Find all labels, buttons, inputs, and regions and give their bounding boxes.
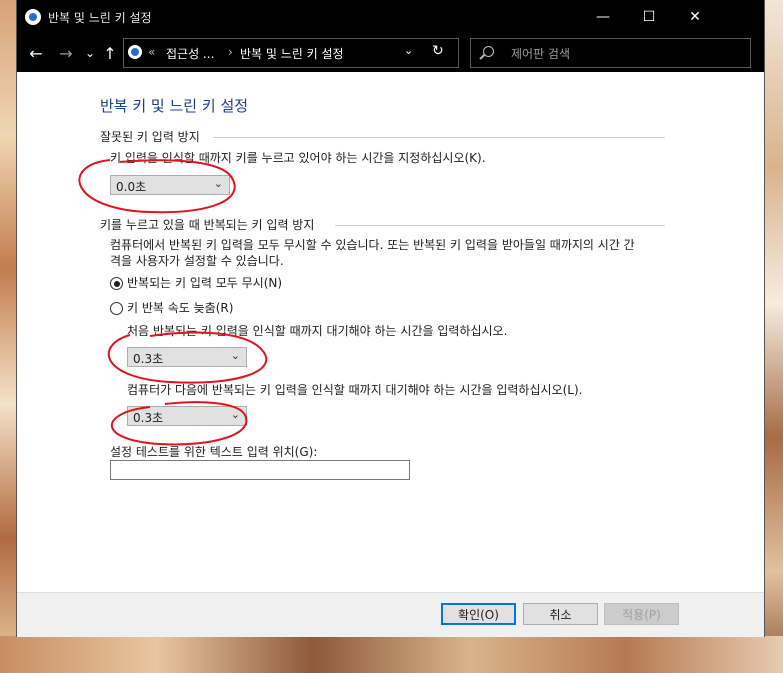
repeat-rate-select[interactable]: 0.3초 ⌄ — [127, 406, 247, 426]
chevron-down-icon: ⌄ — [230, 408, 240, 421]
acceptance-delay-value: 0.0초 — [116, 180, 147, 194]
first-repeat-delay-value: 0.3초 — [133, 352, 164, 366]
desktop-background-right — [764, 0, 783, 673]
breadcrumb-chevron-icon: › — [228, 45, 233, 59]
ignore-repeats-radio[interactable] — [110, 277, 123, 290]
ok-button[interactable]: 확인(O) — [441, 603, 516, 625]
window-title: 반복 및 느린 키 설정 — [48, 11, 152, 25]
acceptance-delay-select[interactable]: 0.0초 ⌄ — [110, 175, 230, 195]
slow-repeat-radio[interactable] — [110, 302, 123, 315]
test-input-label: 설정 테스트를 위한 텍스트 입력 위치(G): — [110, 445, 318, 459]
navigation-bar: ← → ⌄ ↑ « 접근성 ... › 반복 및 느린 키 설정 ⌄ ↻ 제어판… — [17, 34, 764, 72]
search-icon — [483, 46, 494, 57]
chevron-down-icon: ⌄ — [230, 349, 240, 362]
settings-window: 반복 및 느린 키 설정 — ☐ ✕ ← → ⌄ ↑ « 접근성 ... › 반… — [17, 0, 764, 637]
control-panel-icon — [25, 9, 41, 25]
search-placeholder: 제어판 검색 — [511, 47, 571, 61]
desktop-background-left — [0, 0, 17, 673]
maximize-button[interactable]: ☐ — [626, 0, 672, 34]
ignore-repeats-label[interactable]: 반복되는 키 입력 모두 무시(N) — [127, 275, 282, 291]
repeat-keys-description-line1: 컴퓨터에서 반복된 키 입력을 모두 무시할 수 있습니다. 또는 반복된 키 … — [110, 238, 635, 252]
minimize-button[interactable]: — — [580, 0, 626, 34]
close-button[interactable]: ✕ — [672, 0, 718, 34]
title-bar[interactable]: 반복 및 느린 키 설정 — ☐ ✕ — [17, 0, 764, 34]
breadcrumb-overflow-icon[interactable]: « — [148, 45, 155, 59]
test-text-input[interactable] — [110, 460, 410, 480]
first-delay-description: 처음 반복되는 키 입력을 인식할 때까지 대기해야 하는 시간을 입력하십시오… — [127, 324, 508, 338]
section-divider — [335, 225, 665, 226]
control-panel-icon — [128, 45, 142, 59]
desktop-background-bottom — [0, 636, 783, 673]
section-divider — [213, 137, 665, 138]
back-button[interactable]: ← — [25, 42, 47, 64]
apply-button[interactable]: 적용(P) — [604, 603, 679, 625]
address-dropdown-icon[interactable]: ⌄ — [404, 44, 413, 57]
slow-keys-description: 키 입력을 인식할 때까지 키를 누르고 있어야 하는 시간을 지정하십시오(K… — [110, 151, 486, 165]
repeat-keys-description-line2: 격을 사용자가 설정할 수 있습니다. — [110, 254, 284, 268]
up-button[interactable]: ↑ — [99, 42, 121, 64]
chevron-down-icon: ⌄ — [213, 177, 223, 190]
breadcrumb-accessibility[interactable]: 접근성 ... — [166, 45, 214, 62]
page-title: 반복 키 및 느린 키 설정 — [100, 97, 249, 115]
forward-button[interactable]: → — [55, 42, 77, 64]
refresh-icon[interactable]: ↻ — [432, 43, 444, 59]
breadcrumb-current[interactable]: 반복 및 느린 키 설정 — [240, 45, 344, 62]
repeat-rate-value: 0.3초 — [133, 411, 164, 425]
next-delay-description: 컴퓨터가 다음에 반복되는 키 입력을 인식할 때까지 대기해야 하는 시간을 … — [127, 383, 583, 397]
section-title-repeat-keys: 키를 누르고 있을 때 반복되는 키 입력 방지 — [100, 218, 315, 232]
search-box[interactable]: 제어판 검색 — [470, 38, 751, 68]
section-title-slow-keys: 잘못된 키 입력 방지 — [100, 130, 200, 144]
cancel-button[interactable]: 취소 — [523, 603, 598, 625]
dialog-footer: 확인(O) 취소 적용(P) — [17, 592, 764, 637]
recent-locations-button[interactable]: ⌄ — [79, 42, 101, 64]
slow-repeat-label[interactable]: 키 반복 속도 늦춤(R) — [127, 300, 233, 316]
first-repeat-delay-select[interactable]: 0.3초 ⌄ — [127, 347, 247, 367]
address-bar[interactable]: « 접근성 ... › 반복 및 느린 키 설정 ⌄ ↻ — [123, 38, 459, 68]
